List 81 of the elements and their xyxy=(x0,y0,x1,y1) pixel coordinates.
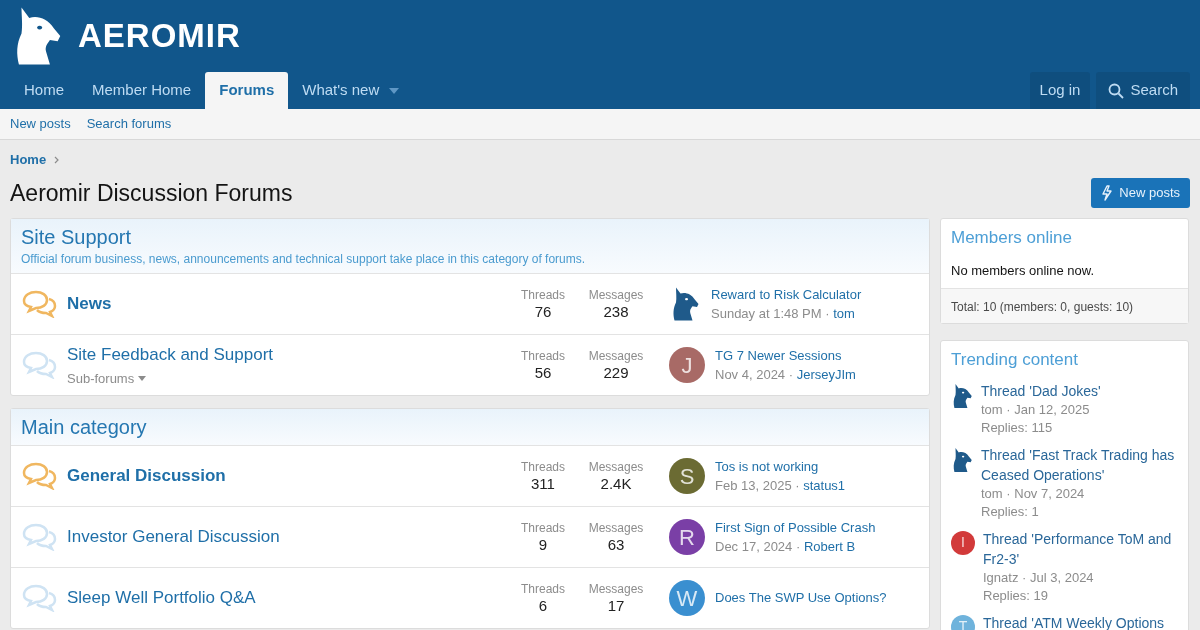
messages-count: 17 xyxy=(607,596,625,615)
threads-label: Threads xyxy=(521,287,565,303)
forum-title[interactable]: News xyxy=(67,291,511,317)
nav-tab[interactable]: Forums xyxy=(205,72,289,109)
user-avatar[interactable]: W xyxy=(669,580,705,616)
site-logo[interactable]: AEROMIR xyxy=(78,11,241,61)
horse-avatar-icon xyxy=(951,382,973,409)
trending-date: · Nov 7, 2024 xyxy=(1005,485,1085,501)
category-description: Official forum business, news, announcements and technical support take place in this category of forums. xyxy=(21,251,587,268)
messages-label: Messages xyxy=(588,287,644,303)
nav-tab[interactable]: What's new xyxy=(288,72,414,109)
messages-label: Messages xyxy=(588,348,644,364)
trending-thread-link[interactable]: Thread 'ATM Weekly Options xyxy=(983,612,1188,630)
lightning-icon xyxy=(1101,185,1114,201)
nav-tab[interactable]: Member Home xyxy=(78,72,206,109)
messages-count: 63 xyxy=(607,535,625,554)
search-button[interactable]: Search xyxy=(1096,72,1190,109)
forum-title[interactable]: Sleep Well Portfolio Q&A xyxy=(67,585,511,611)
threads-count: 56 xyxy=(534,363,552,382)
search-icon xyxy=(1108,82,1125,99)
subforums-dropdown[interactable]: Sub-forums xyxy=(67,369,511,389)
messages-label: Messages xyxy=(588,581,644,597)
subnav-link[interactable]: New posts xyxy=(10,114,71,134)
category-title[interactable]: Site Support xyxy=(21,224,919,250)
login-button[interactable]: Log in xyxy=(1029,72,1091,109)
last-post-date: Feb 13, 2025 · xyxy=(715,478,801,493)
panel-title[interactable]: Members online xyxy=(951,225,1178,251)
threads-count: 76 xyxy=(534,302,552,321)
horse-avatar-icon xyxy=(951,446,973,473)
last-post-link[interactable]: Reward to Risk Calculator xyxy=(711,284,862,304)
caret-icon xyxy=(138,376,147,382)
messages-count: 2.4K xyxy=(600,474,632,493)
breadcrumb-link[interactable]: Home xyxy=(10,150,47,170)
last-post-user[interactable]: status1 xyxy=(803,478,846,493)
page-title: Aeromir Discussion Forums xyxy=(10,178,293,208)
last-post-date: Dec 17, 2024 · xyxy=(715,539,802,554)
trending-replies: Replies: 19 xyxy=(983,586,1050,605)
trending-author[interactable]: tom xyxy=(981,485,1003,501)
threads-count: 9 xyxy=(538,535,548,554)
trending-date: · Jul 3, 2024 xyxy=(1021,569,1094,585)
trending-author[interactable]: tom xyxy=(981,401,1003,417)
threads-label: Threads xyxy=(521,581,565,597)
panel-title[interactable]: Trending content xyxy=(951,347,1178,373)
messages-label: Messages xyxy=(588,459,644,475)
trending-thread-link[interactable]: Thread 'Dad Jokes' xyxy=(981,380,1186,401)
messages-count: 229 xyxy=(603,363,629,382)
last-post-link[interactable]: Does The SWP Use Options? xyxy=(715,588,887,608)
user-avatar[interactable]: I xyxy=(951,530,975,555)
last-post-user[interactable]: JerseyJIm xyxy=(796,367,856,382)
trending-thread-link[interactable]: Thread 'Fast Track Trading has Ceased Operations' xyxy=(981,444,1186,485)
threads-label: Threads xyxy=(521,348,565,364)
threads-label: Threads xyxy=(521,459,565,475)
trending-date: · Jan 12, 2025 xyxy=(1005,401,1090,417)
trending-replies: Replies: 1 xyxy=(981,502,1040,521)
messages-count: 238 xyxy=(603,302,629,321)
last-post-user[interactable]: tom xyxy=(833,306,855,321)
last-post-link[interactable]: First Sign of Possible Crash xyxy=(715,517,876,537)
members-online-text: No members online now. xyxy=(951,261,1096,280)
last-post-user[interactable]: Robert B xyxy=(803,539,856,554)
user-avatar[interactable]: S xyxy=(669,458,705,494)
forum-title[interactable]: General Discussion xyxy=(67,463,511,489)
chevron-icon xyxy=(54,156,60,164)
subnav-link[interactable]: Search forums xyxy=(86,114,172,134)
threads-count: 311 xyxy=(531,474,555,493)
last-post-link[interactable]: Tos is not working xyxy=(715,456,846,476)
user-avatar[interactable]: J xyxy=(669,347,705,383)
members-total: Total: 10 (members: 0, guests: 10) xyxy=(951,300,1134,314)
threads-count: 6 xyxy=(538,596,548,615)
nav-tab[interactable]: Home xyxy=(10,72,78,109)
forum-title[interactable]: Investor General Discussion xyxy=(67,524,511,550)
user-avatar[interactable]: R xyxy=(669,519,705,555)
trending-author[interactable]: Ignatz xyxy=(983,569,1019,585)
forum-title[interactable]: Site Feedback and Support xyxy=(67,341,511,367)
new-posts-button[interactable]: New posts xyxy=(1091,178,1190,208)
trending-thread-link[interactable]: Thread 'Performance ToM and Fr2-3' xyxy=(983,528,1188,569)
last-post-date: Nov 4, 2024 · xyxy=(715,367,795,382)
last-post-link[interactable]: TG 7 Newer Sessions xyxy=(715,345,856,365)
trending-replies: Replies: 115 xyxy=(981,418,1054,437)
messages-label: Messages xyxy=(588,520,644,536)
last-post-date: Sunday at 1:48 PM · xyxy=(711,306,831,321)
threads-label: Threads xyxy=(521,520,565,536)
